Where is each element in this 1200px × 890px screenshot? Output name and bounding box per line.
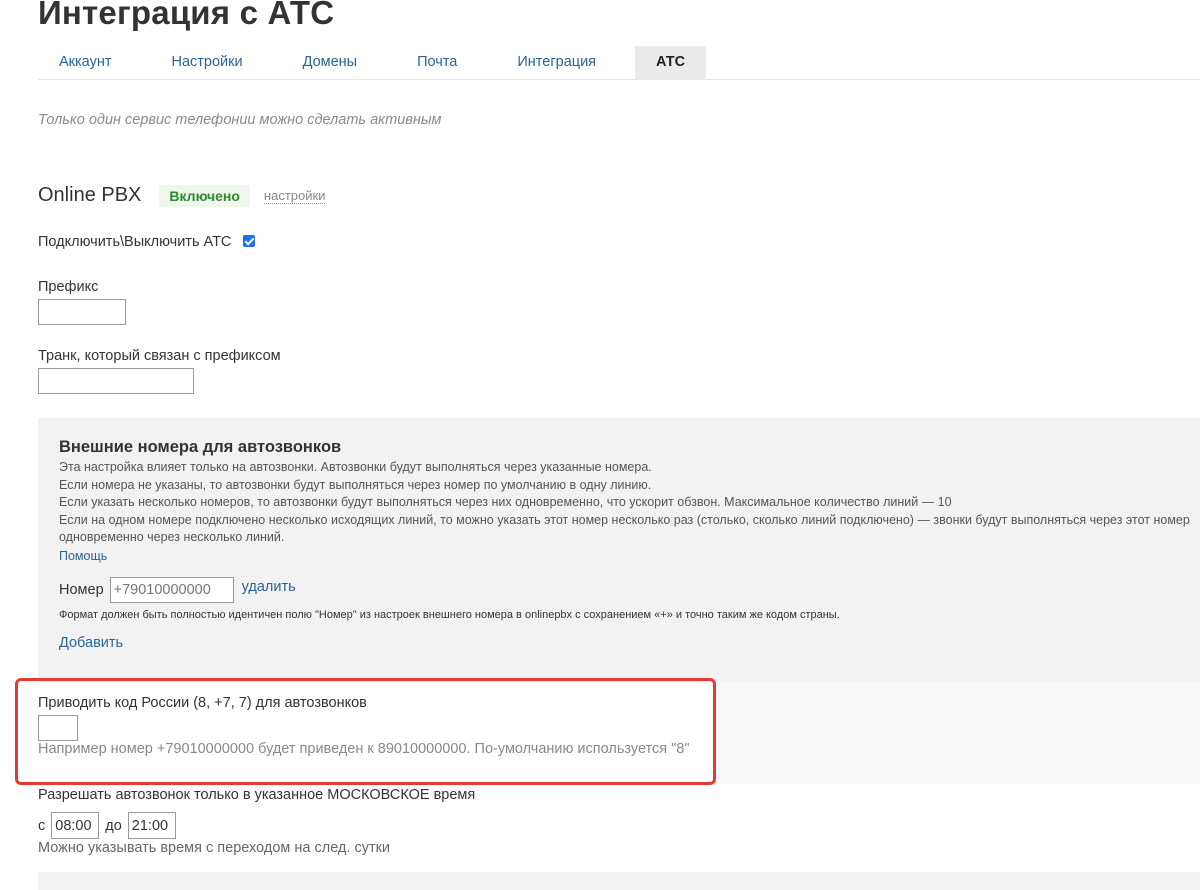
tab-domains[interactable]: Домены (282, 46, 379, 79)
time-window-label: Разрешать автозвонок только в указанное … (38, 787, 476, 803)
help-link[interactable]: Помощь (59, 549, 107, 563)
tab-pbx[interactable]: АТС (635, 46, 707, 79)
description-line: Если указать несколько номеров, то автоз… (59, 495, 952, 509)
service-settings-link[interactable]: настройки (263, 189, 326, 204)
external-numbers-title: Внешние номера для автозвонков (59, 438, 342, 456)
next-section-panel (38, 872, 1200, 890)
prefix-label: Префикс (38, 279, 99, 295)
add-number-link[interactable]: Добавить (59, 635, 123, 651)
service-name: Online PBX (38, 184, 142, 206)
prefix-input[interactable] (38, 299, 126, 325)
tab-bar: Аккаунт Настройки Домены Почта Интеграци… (38, 46, 1200, 80)
description-line: Если на одном номере подключено нескольк… (59, 512, 1190, 527)
time-from-input[interactable] (51, 812, 100, 839)
time-window-hint: Можно указывать время с переходом на сле… (38, 840, 391, 856)
tab-account[interactable]: Аккаунт (38, 46, 132, 79)
pbx-toggle-row: Подключить\Выключить АТС (38, 234, 256, 250)
tab-mail[interactable]: Почта (396, 46, 478, 79)
description-line: Эта настройка влияет только на автозвонк… (59, 460, 652, 474)
external-numbers-description: Эта настройка влияет только на автозвонк… (59, 459, 1200, 547)
pbx-toggle-label: Подключить\Выключить АТС (38, 234, 232, 250)
description-line: одновременно через несколько линий. (59, 530, 285, 544)
time-to-input[interactable] (127, 812, 176, 839)
external-numbers-panel: Внешние номера для автозвонков Эта настр… (38, 418, 1200, 682)
phone-number-row: Номер удалить (59, 576, 1200, 603)
section-background (716, 682, 1200, 784)
status-badge: Включено (159, 184, 250, 207)
time-to-label: до (105, 817, 122, 834)
tab-settings[interactable]: Настройки (150, 46, 263, 79)
tab-integration[interactable]: Интеграция (496, 46, 617, 79)
delete-number-link[interactable]: удалить (242, 579, 296, 595)
time-from-label: с (38, 817, 46, 834)
time-window-row: с до (38, 812, 182, 839)
trunk-input[interactable] (38, 368, 194, 394)
trunk-label: Транк, который связан с префиксом (38, 348, 281, 364)
phone-number-label: Номер (59, 581, 104, 598)
description-line: Если номера не указаны, то автозвонки бу… (59, 477, 652, 492)
single-service-note: Только один сервис телефонии можно сдела… (38, 112, 442, 128)
phone-number-input[interactable] (109, 576, 234, 603)
format-note: Формат должен быть полностью идентичен п… (59, 608, 840, 621)
highlight-annotation (15, 678, 716, 785)
service-header: Online PBX Включено настройки (38, 184, 326, 207)
page-title: Интеграция с АТС (38, 0, 335, 31)
pbx-enabled-checkbox[interactable] (243, 235, 256, 247)
